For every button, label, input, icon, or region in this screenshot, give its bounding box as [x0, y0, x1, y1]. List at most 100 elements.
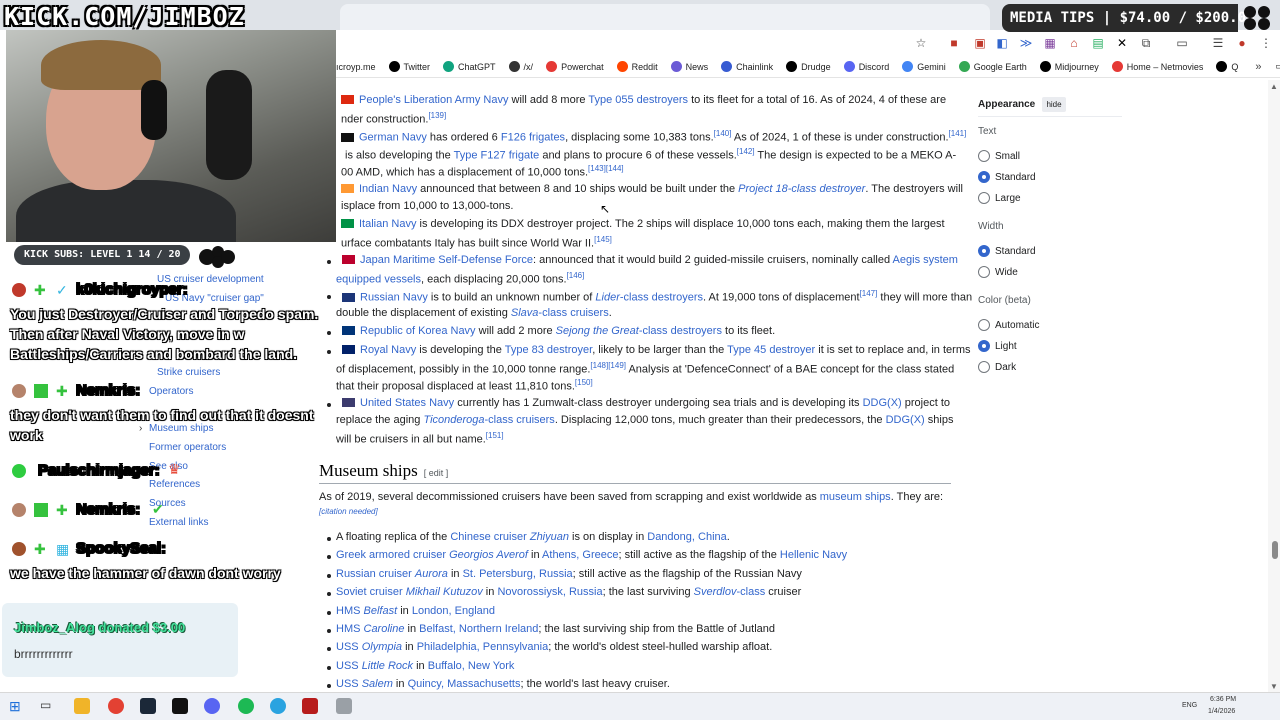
scroll-down-icon[interactable]: ▼ — [1270, 682, 1278, 691]
wiki-link[interactable]: Type 45 destroyer — [727, 344, 815, 356]
wiki-link[interactable]: Soviet cruiser — [336, 586, 406, 598]
bookmark-item[interactable]: /x/ — [508, 61, 533, 72]
citation-link[interactable]: [147] — [860, 289, 878, 298]
wiki-link[interactable]: Type 055 destroyers — [588, 94, 688, 106]
citation-link[interactable]: [143][144] — [588, 164, 624, 173]
wiki-link[interactable]: -class — [736, 586, 765, 598]
extension-icon[interactable]: ≫ — [1018, 35, 1034, 51]
wiki-link[interactable]: Novorossiysk, Russia — [497, 586, 602, 598]
text-large-radio[interactable] — [978, 192, 990, 204]
extension-icon[interactable]: ▤ — [1090, 35, 1106, 51]
wiki-link[interactable]: Olympia — [362, 641, 402, 653]
toc-item[interactable]: External links — [149, 517, 208, 528]
wiki-link[interactable]: Russian cruiser — [336, 568, 415, 580]
menu-icon[interactable]: ⋮ — [1258, 35, 1274, 51]
bookmark-item[interactable]: Drudge — [786, 61, 831, 72]
wiki-link[interactable]: Greek armored cruiser — [336, 549, 449, 561]
bookmark-item[interactable]: News — [670, 61, 708, 72]
wiki-link[interactable]: Caroline — [364, 623, 405, 635]
wiki-link[interactable]: HMS — [336, 605, 364, 617]
extension-icon[interactable]: ▦ — [1042, 35, 1058, 51]
wiki-link[interactable]: USS — [336, 660, 362, 672]
wiki-link[interactable]: Aurora — [415, 568, 448, 580]
wiki-link[interactable]: -class cruisers — [538, 307, 608, 319]
wiki-link[interactable]: Italian Navy — [359, 218, 416, 230]
wiki-link[interactable]: Little Rock — [362, 660, 413, 672]
bookmark-item[interactable]: Google Earth — [958, 61, 1027, 72]
bookmark-star-icon[interactable]: ☆ — [913, 35, 929, 51]
wiki-link[interactable]: Type 83 destroyer — [505, 344, 592, 356]
toc-item[interactable]: References — [149, 479, 200, 490]
bookmark-item[interactable]: Gemini — [902, 61, 946, 72]
wiki-link[interactable]: Dandong, China — [647, 531, 727, 543]
bookmark-item[interactable]: Discord — [843, 61, 889, 72]
wiki-link[interactable]: Salem — [362, 678, 393, 690]
color-light-radio[interactable] — [978, 340, 990, 352]
wiki-link[interactable]: Aegis system — [893, 254, 958, 266]
edit-section-link[interactable]: [ edit ] — [424, 468, 449, 478]
file-explorer-icon[interactable] — [74, 698, 90, 714]
wiki-link[interactable]: Sejong the Great — [556, 325, 639, 337]
wiki-link[interactable]: Lider — [595, 292, 619, 304]
wiki-link[interactable]: London, England — [412, 605, 495, 617]
spotify-icon[interactable] — [238, 698, 254, 714]
bookmark-item[interactable]: Q — [1216, 61, 1238, 72]
scrollbar[interactable] — [1268, 80, 1280, 692]
clock-time[interactable]: 6:36 PM — [1210, 696, 1236, 703]
appearance-hide-button[interactable]: hide — [1042, 97, 1066, 112]
task-view-icon[interactable]: ▭ — [40, 698, 56, 714]
wiki-link[interactable]: -class cruisers — [485, 414, 555, 426]
wiki-link[interactable]: Zhiyuan — [530, 531, 569, 543]
bookmark-item[interactable]: Chainlink — [721, 61, 773, 72]
wiki-link[interactable]: Republic of Korea Navy — [360, 325, 476, 337]
bookmark-item[interactable]: Powerchat — [546, 61, 604, 72]
wiki-link[interactable]: Belfast — [364, 605, 398, 617]
text-standard-radio[interactable] — [978, 171, 990, 183]
citation-link[interactable]: [151] — [486, 431, 504, 440]
sidebar-icon[interactable]: ▭ — [1174, 35, 1190, 51]
telegram-icon[interactable] — [270, 698, 286, 714]
citation-link[interactable]: [141] — [949, 129, 967, 138]
wiki-link[interactable]: -class destroyers — [620, 292, 703, 304]
wiki-link[interactable]: Sverdlov — [694, 586, 737, 598]
extension-icon[interactable]: ⌂ — [1066, 35, 1082, 51]
app-icon[interactable] — [302, 698, 318, 714]
chrome-icon[interactable] — [108, 698, 124, 714]
width-wide-radio[interactable] — [978, 266, 990, 278]
wiki-link[interactable]: Japan Maritime Self-Defense Force — [360, 254, 533, 266]
wiki-link[interactable]: -class destroyers — [639, 325, 722, 337]
citation-link[interactable]: [146] — [567, 271, 585, 280]
bookmark-item[interactable]: Reddit — [616, 61, 658, 72]
wiki-link[interactable]: Ticonderoga — [423, 414, 484, 426]
extension-icon[interactable]: ■ — [946, 35, 962, 51]
text-small-radio[interactable] — [978, 150, 990, 162]
wiki-link[interactable]: Belfast, Northern Ireland — [419, 623, 538, 635]
color-dark-radio[interactable] — [978, 361, 990, 373]
citation-link[interactable]: [145] — [594, 235, 612, 244]
bookmark-item[interactable]: Home – Netmovies — [1111, 61, 1203, 72]
wiki-link[interactable]: Russian Navy — [360, 292, 428, 304]
toc-item[interactable]: Strike cruisers — [157, 367, 220, 378]
wiki-link[interactable]: St. Petersburg, Russia — [463, 568, 573, 580]
citation-link[interactable]: [142] — [737, 147, 755, 156]
wiki-link[interactable]: People's Liberation Army Navy — [359, 94, 508, 106]
citation-link[interactable]: [148][149] — [590, 361, 626, 370]
color-automatic-radio[interactable] — [978, 319, 990, 331]
bookmark-item[interactable]: ChatGPT — [443, 61, 496, 72]
steam-icon[interactable] — [140, 698, 156, 714]
wiki-link[interactable]: Royal Navy — [360, 344, 416, 356]
wiki-link[interactable]: F126 frigates — [501, 132, 565, 144]
bookmark-item[interactable]: Midjourney — [1039, 61, 1099, 72]
wiki-link[interactable]: Chinese cruiser — [450, 531, 529, 543]
wiki-link[interactable]: museum ships — [820, 491, 891, 503]
browser-tab-area[interactable] — [340, 4, 990, 30]
toc-item[interactable]: Operators — [149, 386, 193, 397]
wiki-link[interactable]: German Navy — [359, 132, 427, 144]
clock-date[interactable]: 1/4/2026 — [1208, 708, 1235, 715]
wiki-link[interactable]: United States Navy — [360, 397, 454, 409]
download-icon[interactable]: ☰ — [1210, 35, 1226, 51]
citation-link[interactable]: [150] — [575, 378, 593, 387]
width-standard-radio[interactable] — [978, 245, 990, 257]
wiki-link[interactable]: DDG(X) — [863, 397, 902, 409]
wiki-link[interactable]: Hellenic Navy — [780, 549, 847, 561]
